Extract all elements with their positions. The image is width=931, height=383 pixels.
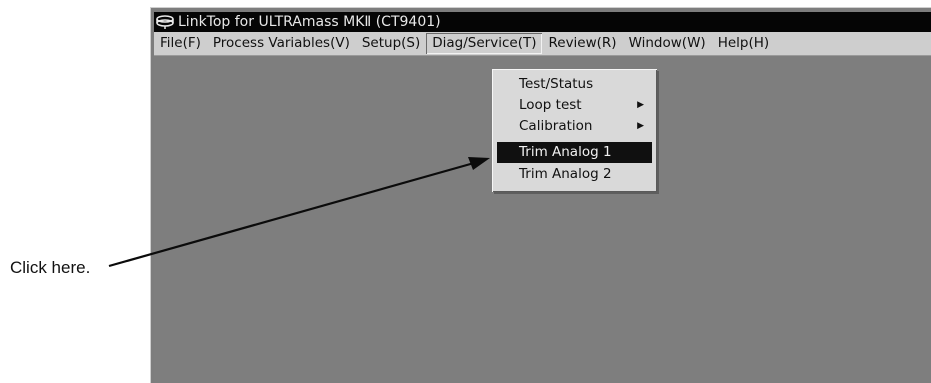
annotation-overlay	[108, 157, 490, 268]
callout-arrow-head	[468, 157, 490, 170]
callout-label: Click here.	[10, 258, 91, 277]
callout-arrow-line	[108, 161, 475, 268]
